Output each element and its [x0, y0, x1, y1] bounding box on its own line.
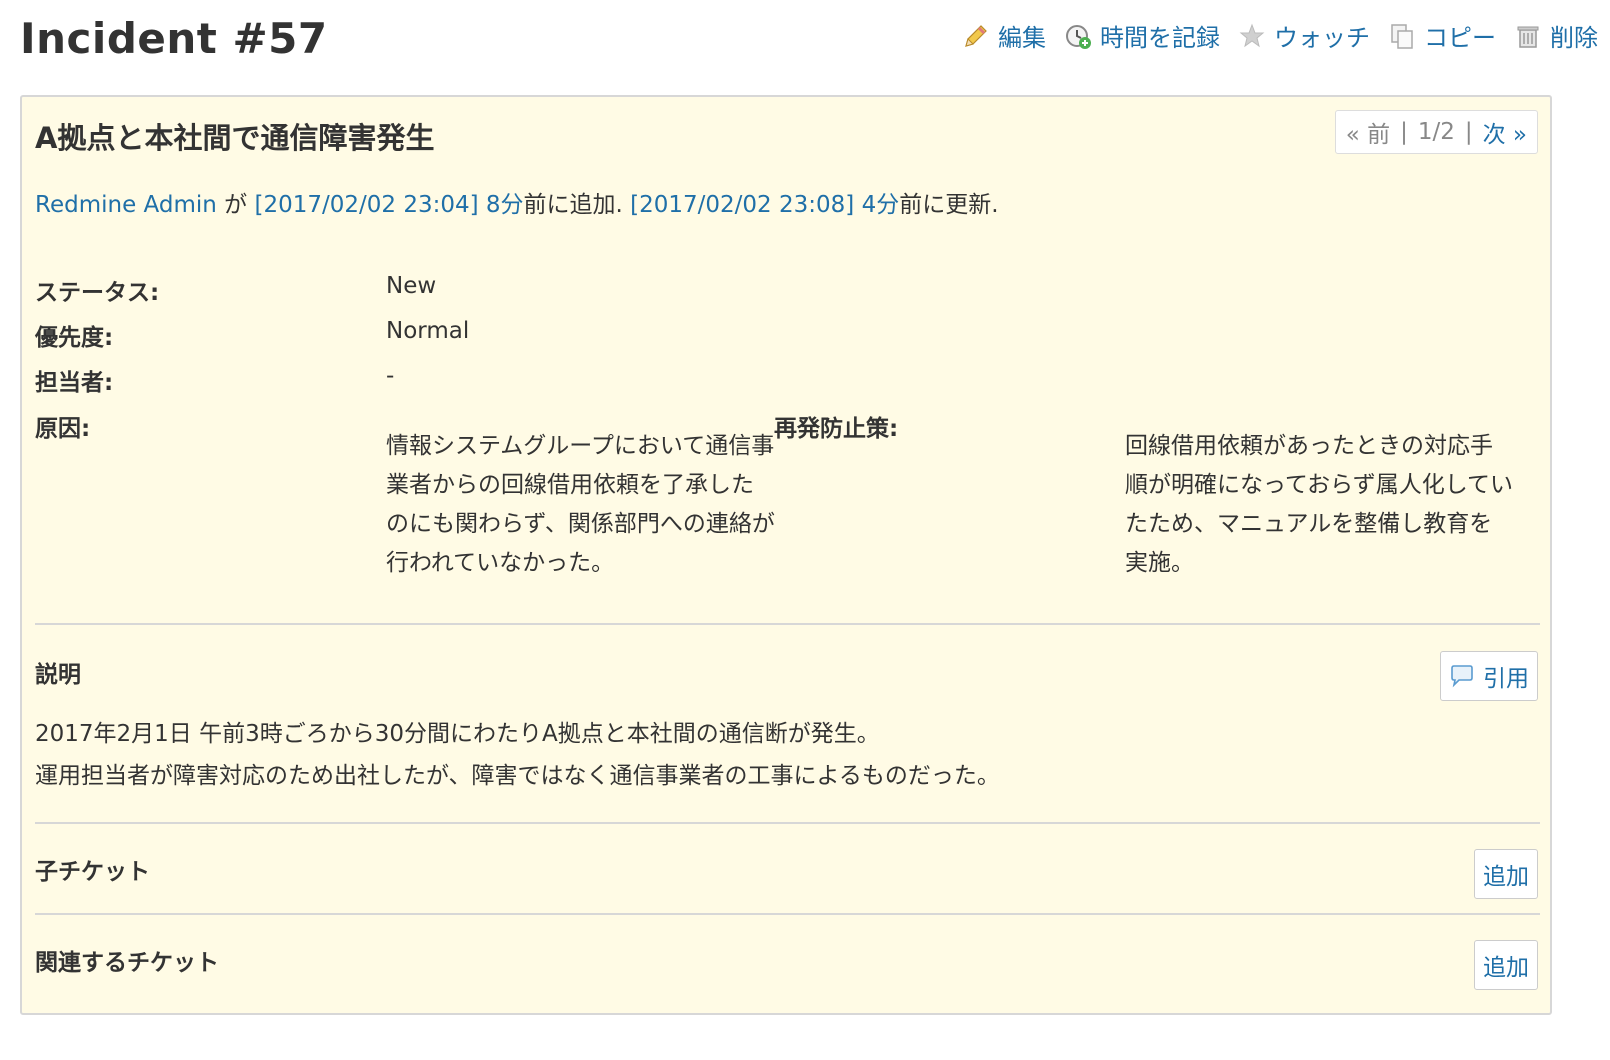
issue-position: 1/2: [1417, 119, 1455, 145]
updated-ago-link[interactable]: 4分: [862, 192, 900, 218]
status-label: ステータス:: [35, 280, 160, 306]
quote-label: 引用: [1483, 666, 1529, 692]
page-title: Incident #57: [20, 14, 328, 63]
created-ago-link[interactable]: 8分: [486, 192, 524, 218]
created-time-link[interactable]: [2017/02/02 23:04]: [254, 192, 478, 218]
add-relation-label: 追加: [1483, 955, 1529, 981]
copy-icon: [1391, 23, 1413, 49]
delete-link[interactable]: 削除: [1514, 18, 1598, 53]
add-subtask-button[interactable]: 追加: [1474, 849, 1538, 899]
edit-link[interactable]: 編集: [962, 18, 1046, 53]
updated-time-link[interactable]: [2017/02/02 23:08]: [630, 192, 854, 218]
delete-label: 削除: [1550, 24, 1598, 52]
star-icon: [1239, 23, 1265, 47]
divider: [35, 822, 1540, 824]
copy-label: コピー: [1424, 24, 1496, 52]
log-time-link[interactable]: 時間を記録: [1064, 18, 1220, 53]
issue-pagination: « 前 | 1/2 | 次 »: [1334, 110, 1538, 154]
priority-label: 優先度:: [35, 325, 114, 351]
watch-link[interactable]: ウォッチ: [1238, 18, 1370, 53]
add-subtask-label: 追加: [1483, 864, 1529, 890]
cause-label: 原因:: [35, 416, 91, 442]
description-line: 2017年2月1日 午前3時ごろから30分間にわたりA拠点と本社間の通信断が発生…: [35, 721, 880, 747]
relations-title: 関連するチケット: [35, 950, 219, 976]
assignee-label: 担当者:: [35, 370, 114, 396]
pencil-icon: [965, 24, 987, 47]
description-text: 2017年2月1日 午前3時ごろから30分間にわたりA拠点と本社間の通信断が発生…: [35, 713, 1000, 797]
author-line: Redmine Admin が [2017/02/02 23:04] 8分前に追…: [35, 185, 999, 219]
log-time-label: 時間を記録: [1100, 24, 1220, 52]
author-by: が: [224, 192, 248, 218]
priority-value: Normal: [386, 318, 470, 344]
subtasks-title: 子チケット: [35, 859, 150, 885]
description-title: 説明: [35, 662, 81, 688]
prev-link[interactable]: « 前: [1346, 115, 1390, 149]
prevention-value: 回線借用依頼があったときの対応手順が明確になっておらず属人化していたため、マニュ…: [1125, 433, 1514, 576]
issue-details: A拠点と本社間で通信障害発生 « 前 | 1/2 | 次 » Redmine A…: [20, 95, 1552, 1015]
trash-icon: [1517, 26, 1539, 48]
description-line: 運用担当者が障害対応のため出社したが、障害ではなく通信事業者の工事によるものだっ…: [35, 763, 1000, 789]
copy-link[interactable]: コピー: [1388, 18, 1496, 53]
nav-separator: |: [1400, 119, 1408, 145]
issue-subject: A拠点と本社間で通信障害発生: [35, 121, 435, 155]
speech-bubble-icon: [1451, 665, 1473, 688]
updated-suffix: 前に更新.: [899, 192, 999, 218]
watch-label: ウォッチ: [1274, 24, 1370, 52]
quote-button[interactable]: 引用: [1440, 651, 1538, 701]
nav-separator: |: [1464, 119, 1473, 145]
edit-label: 編集: [998, 24, 1046, 52]
clock-add-icon: [1066, 24, 1091, 49]
status-value: New: [386, 273, 437, 299]
next-link[interactable]: 次 »: [1483, 115, 1527, 149]
cause-value: 情報システムグループにおいて通信事業者からの回線借用依頼を了承したのにも関わらず…: [386, 433, 775, 576]
add-relation-button[interactable]: 追加: [1474, 940, 1538, 990]
created-suffix: 前に追加.: [523, 192, 623, 218]
issue-actions: 編集 時間を記録 ウォッチ コピー 削除: [962, 18, 1598, 53]
divider: [35, 623, 1540, 625]
prevention-label: 再発防止策:: [774, 416, 899, 442]
divider: [35, 913, 1540, 915]
author-link[interactable]: Redmine Admin: [35, 192, 217, 218]
assignee-value: -: [386, 363, 395, 389]
